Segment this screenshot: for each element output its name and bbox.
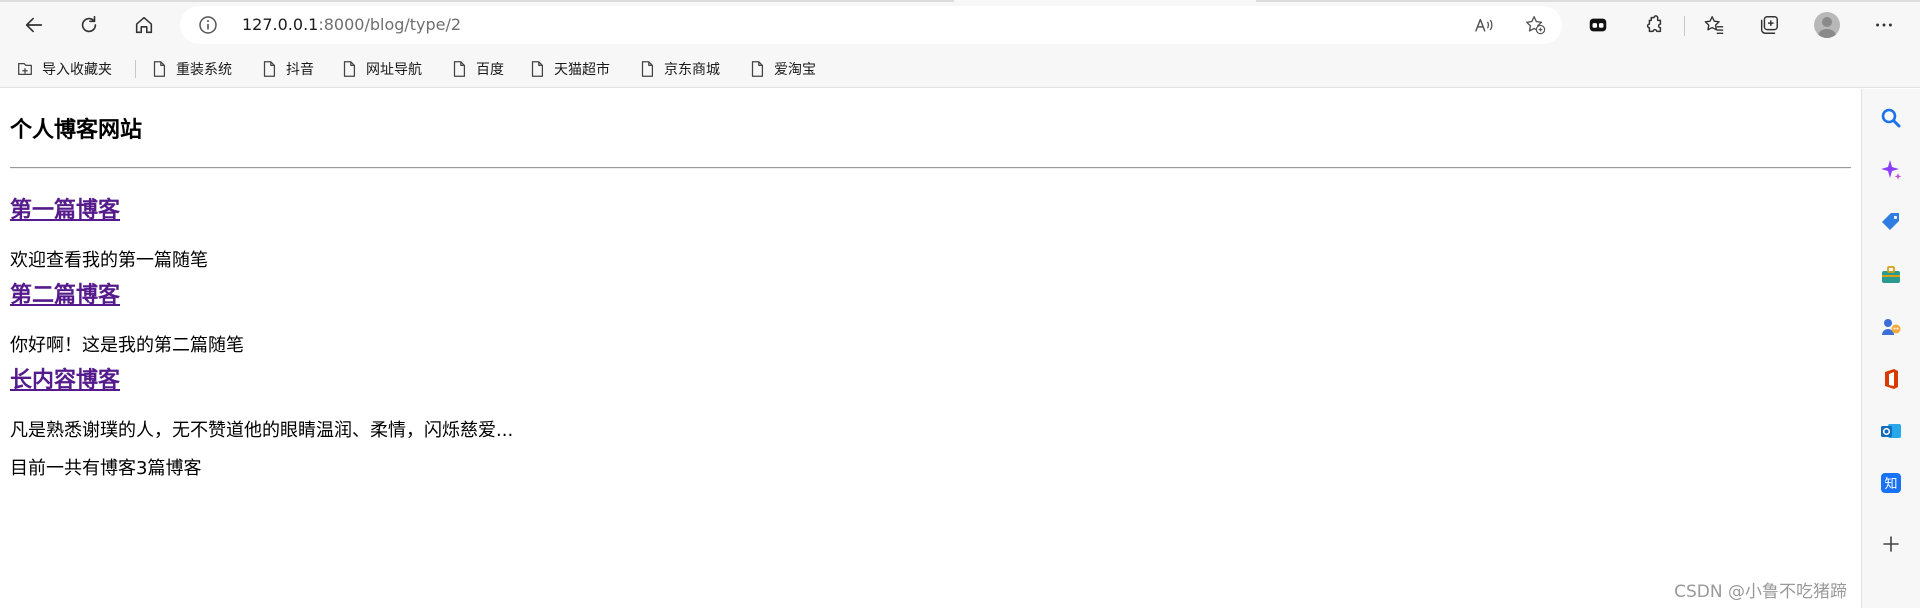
page-icon (343, 61, 356, 77)
favorite-import[interactable]: 导入收藏夹 (16, 57, 112, 81)
svg-text:知: 知 (1884, 476, 1897, 492)
favorites-divider (135, 60, 136, 78)
avatar (1814, 12, 1840, 38)
page-content: 个人博客网站 第一篇博客 欢迎查看我的第一篇随笔 第二篇博客 你好啊！这是我的第… (0, 89, 1861, 608)
star-add-icon (1526, 16, 1546, 35)
favorite-label: 百度 (476, 62, 504, 78)
games-icon (1882, 319, 1901, 335)
url-text[interactable]: 127.0.0.1:8000/blog/type/2 (242, 15, 461, 34)
favorite-label: 抖音 (286, 62, 314, 78)
post-body: 欢迎查看我的第一篇随笔 (10, 250, 208, 271)
zhihu-icon: 知 (1881, 473, 1901, 493)
favorite-label: 天猫超市 (554, 62, 610, 78)
home-icon (135, 16, 153, 34)
favorite-item[interactable]: 天猫超市 (528, 57, 610, 81)
tools-icon (1882, 266, 1900, 283)
puzzle-icon (1646, 15, 1662, 33)
url-path: :8000/blog/type/2 (318, 15, 462, 34)
sidebar-outlook-button[interactable] (1876, 416, 1906, 446)
back-arrow-icon (25, 17, 43, 33)
collections-button[interactable] (1751, 8, 1787, 42)
add-favorite-button[interactable] (1521, 12, 1549, 38)
profile-button[interactable] (1809, 8, 1845, 42)
info-icon (199, 16, 217, 34)
toolbar-divider (1684, 16, 1685, 36)
tab-actions-icon (1589, 18, 1607, 32)
page-icon (641, 61, 654, 77)
collections-icon (1760, 16, 1778, 34)
more-dots-icon (1876, 23, 1892, 27)
url-host: 127.0.0.1 (242, 15, 319, 34)
page-icon (153, 61, 166, 77)
page-icon (531, 61, 544, 77)
shopping-tag-icon (1882, 213, 1899, 230)
favorites-star-icon (1704, 16, 1724, 34)
sidebar-copilot-button[interactable] (1876, 155, 1906, 185)
favorite-label: 重装系统 (176, 62, 232, 78)
favorite-item[interactable]: 爱淘宝 (748, 57, 816, 81)
site-title: 个人博客网站 (10, 118, 143, 143)
search-icon (1881, 108, 1901, 128)
address-bar[interactable]: 127.0.0.1:8000/blog/type/2 (180, 6, 1562, 44)
site-info-button[interactable] (198, 15, 218, 35)
back-button[interactable] (16, 8, 52, 42)
favorite-label: 网址导航 (366, 62, 422, 78)
post-body: 凡是熟悉谢璞的人，无不赞道他的眼睛温润、柔情，闪烁慈爱... (10, 420, 514, 441)
browser-toolbar: 127.0.0.1:8000/blog/type/2 (0, 0, 1920, 50)
post-title: 第一篇博客 (10, 197, 120, 225)
sidebar-shopping-button[interactable] (1876, 207, 1906, 237)
add-icon (1883, 536, 1899, 552)
settings-more-button[interactable] (1866, 8, 1902, 42)
page-icon (751, 61, 764, 77)
watermark: CSDN @小鲁不吃猪蹄 (1674, 582, 1847, 602)
post-title: 第二篇博客 (10, 282, 120, 310)
post-count-summary: 目前一共有博客3篇博客 (10, 458, 202, 479)
browser-window: 127.0.0.1:8000/blog/type/2 导入收藏夹 重装系统 抖音… (0, 0, 1920, 608)
read-aloud-icon (1475, 18, 1493, 32)
favorite-item[interactable]: 京东商城 (638, 57, 720, 81)
read-aloud-button[interactable] (1470, 12, 1498, 38)
favorite-label: 爱淘宝 (774, 62, 816, 78)
favorite-label: 导入收藏夹 (42, 62, 112, 78)
page-icon (453, 61, 466, 77)
active-tab-edge (954, 0, 1256, 2)
sidebar-games-button[interactable] (1876, 312, 1906, 342)
sidebar-search-button[interactable] (1876, 103, 1906, 133)
sidebar-zhihu-button[interactable]: 知 (1876, 468, 1906, 498)
favorites-bar: 导入收藏夹 重装系统 抖音 网址导航 百度 天猫超市 京东商城 爱淘宝 (0, 50, 1920, 88)
sidebar-tools-button[interactable] (1876, 260, 1906, 290)
refresh-button[interactable] (71, 8, 107, 42)
post-link[interactable]: 长内容博客 (10, 368, 120, 393)
favorite-item[interactable]: 网址导航 (340, 57, 422, 81)
copilot-icon (1881, 160, 1902, 180)
refresh-icon (81, 15, 97, 33)
favorite-label: 京东商城 (664, 62, 720, 78)
extensions-button[interactable] (1636, 8, 1672, 42)
favorite-item[interactable]: 重装系统 (150, 57, 232, 81)
page-icon (263, 61, 276, 77)
favorites-button[interactable] (1696, 8, 1732, 42)
favorite-item[interactable]: 抖音 (260, 57, 314, 81)
post-link[interactable]: 第一篇博客 (10, 198, 120, 223)
import-icon (18, 62, 32, 76)
tab-actions-button[interactable] (1580, 8, 1616, 42)
edge-sidebar: 知 (1861, 89, 1920, 608)
favorite-item[interactable]: 百度 (450, 57, 504, 81)
sidebar-add-button[interactable] (1876, 529, 1906, 559)
sidebar-office-button[interactable] (1876, 364, 1906, 394)
post-title: 长内容博客 (10, 367, 120, 395)
home-button[interactable] (126, 8, 162, 42)
office-icon (1885, 369, 1898, 389)
outlook-icon (1881, 424, 1901, 438)
horizontal-rule (10, 167, 1851, 169)
post-link[interactable]: 第二篇博客 (10, 283, 120, 308)
post-body: 你好啊！这是我的第二篇随笔 (10, 335, 244, 356)
